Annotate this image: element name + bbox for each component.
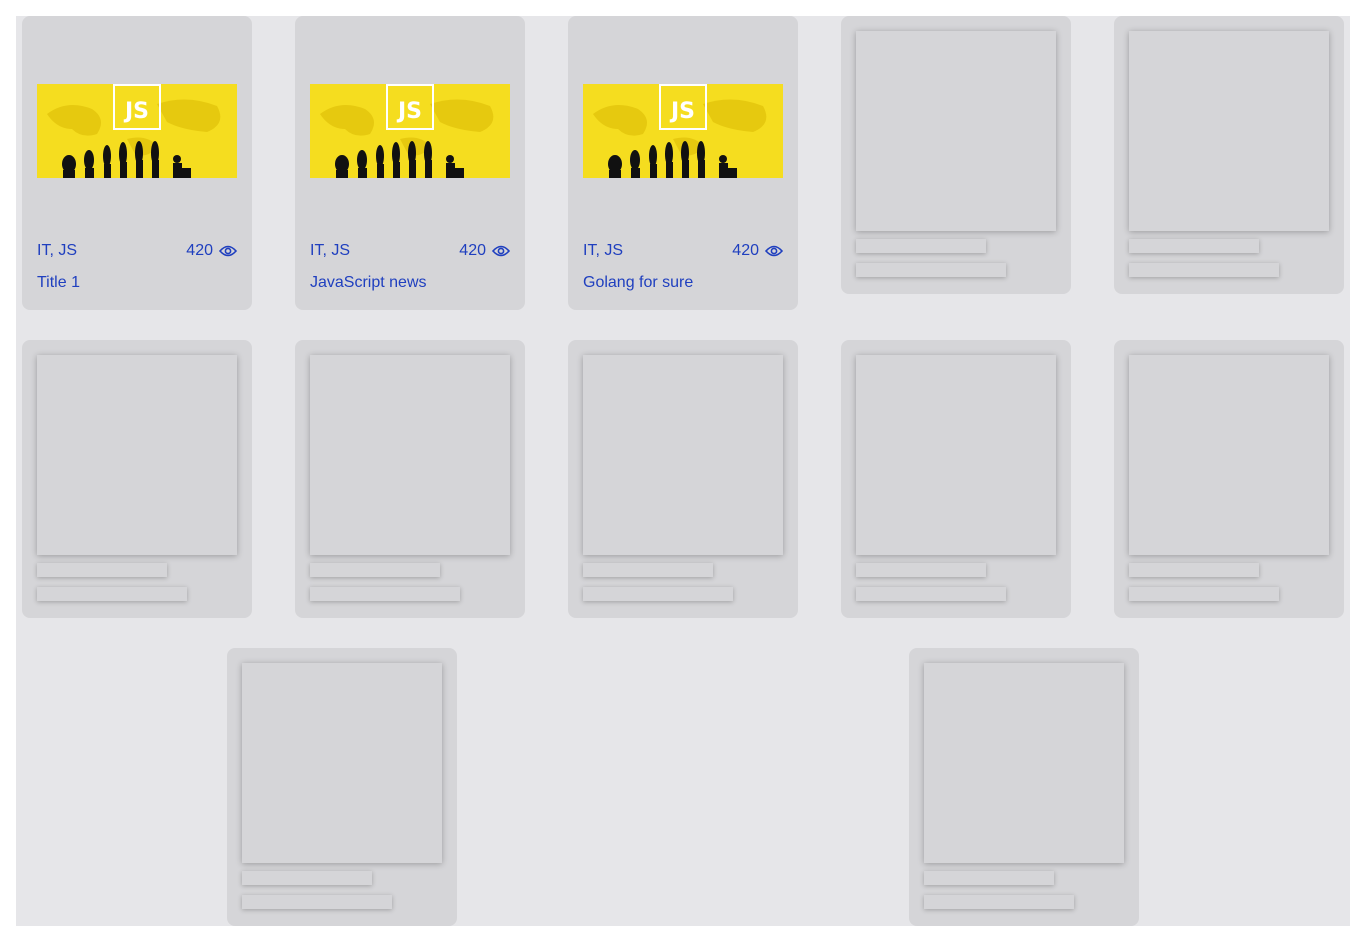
view-count: 420 xyxy=(732,242,783,260)
skeleton-line-short xyxy=(37,563,167,577)
skeleton-line-long xyxy=(856,263,1006,277)
skeleton-image xyxy=(856,355,1056,555)
article-thumbnail: JS xyxy=(37,84,237,178)
skeleton-line-short xyxy=(856,563,986,577)
eye-icon xyxy=(219,245,237,257)
skeleton-line-long xyxy=(37,587,187,601)
skeleton-line-short xyxy=(583,563,713,577)
skeleton-line-short xyxy=(1129,563,1259,577)
skeleton-line-short xyxy=(310,563,440,577)
skeleton-image xyxy=(1129,355,1329,555)
skeleton-line-long xyxy=(856,587,1006,601)
skeleton-line-long xyxy=(924,895,1074,909)
skeleton-card xyxy=(841,16,1071,294)
article-tags: IT, JS xyxy=(37,242,78,259)
skeleton-image xyxy=(1129,31,1329,231)
js-evolution-image: JS xyxy=(37,84,237,178)
article-title[interactable]: Golang for sure xyxy=(583,274,693,292)
eye-icon xyxy=(765,245,783,257)
skeleton-line-short xyxy=(1129,239,1259,253)
skeleton-line-long xyxy=(583,587,733,601)
skeleton-image xyxy=(924,663,1124,863)
skeleton-image xyxy=(310,355,510,555)
article-card[interactable]: JS IT, JS 420 JavaScript news xyxy=(295,16,525,310)
skeleton-card xyxy=(909,648,1139,926)
view-count: 420 xyxy=(186,242,237,260)
article-card[interactable]: JS IT, JS 420 Golang for sure xyxy=(568,16,798,310)
skeleton-image xyxy=(37,355,237,555)
js-evolution-image: JS xyxy=(583,84,783,178)
article-card[interactable]: JS IT, JS 420 Title 1 xyxy=(22,16,252,310)
skeleton-image xyxy=(583,355,783,555)
article-title[interactable]: Title 1 xyxy=(37,274,80,292)
article-tags: IT, JS xyxy=(310,242,351,259)
article-thumbnail: JS xyxy=(583,84,783,178)
js-logo-text: JS xyxy=(123,99,149,124)
skeleton-line-short xyxy=(856,239,986,253)
skeleton-card xyxy=(22,340,252,618)
article-tags: IT, JS xyxy=(583,242,624,259)
skeleton-line-short xyxy=(242,871,372,885)
skeleton-line-long xyxy=(242,895,392,909)
article-title[interactable]: JavaScript news xyxy=(310,274,427,292)
js-evolution-image: JS xyxy=(310,84,510,178)
skeleton-card xyxy=(568,340,798,618)
view-count: 420 xyxy=(459,242,510,260)
view-count-value: 420 xyxy=(732,242,759,259)
skeleton-line-long xyxy=(1129,263,1279,277)
skeleton-card xyxy=(1114,340,1344,618)
view-count-value: 420 xyxy=(186,242,213,259)
skeleton-line-short xyxy=(924,871,1054,885)
article-list: JS IT, JS 420 Title 1 JS IT, JS 420 Java… xyxy=(16,16,1350,926)
skeleton-card xyxy=(295,340,525,618)
js-logo-text: JS xyxy=(669,99,695,124)
skeleton-line-long xyxy=(310,587,460,601)
skeleton-image xyxy=(242,663,442,863)
js-logo-text: JS xyxy=(396,99,422,124)
skeleton-image xyxy=(856,31,1056,231)
view-count-value: 420 xyxy=(459,242,486,259)
article-thumbnail: JS xyxy=(310,84,510,178)
eye-icon xyxy=(492,245,510,257)
skeleton-card xyxy=(227,648,457,926)
skeleton-line-long xyxy=(1129,587,1279,601)
skeleton-card xyxy=(1114,16,1344,294)
skeleton-card xyxy=(841,340,1071,618)
